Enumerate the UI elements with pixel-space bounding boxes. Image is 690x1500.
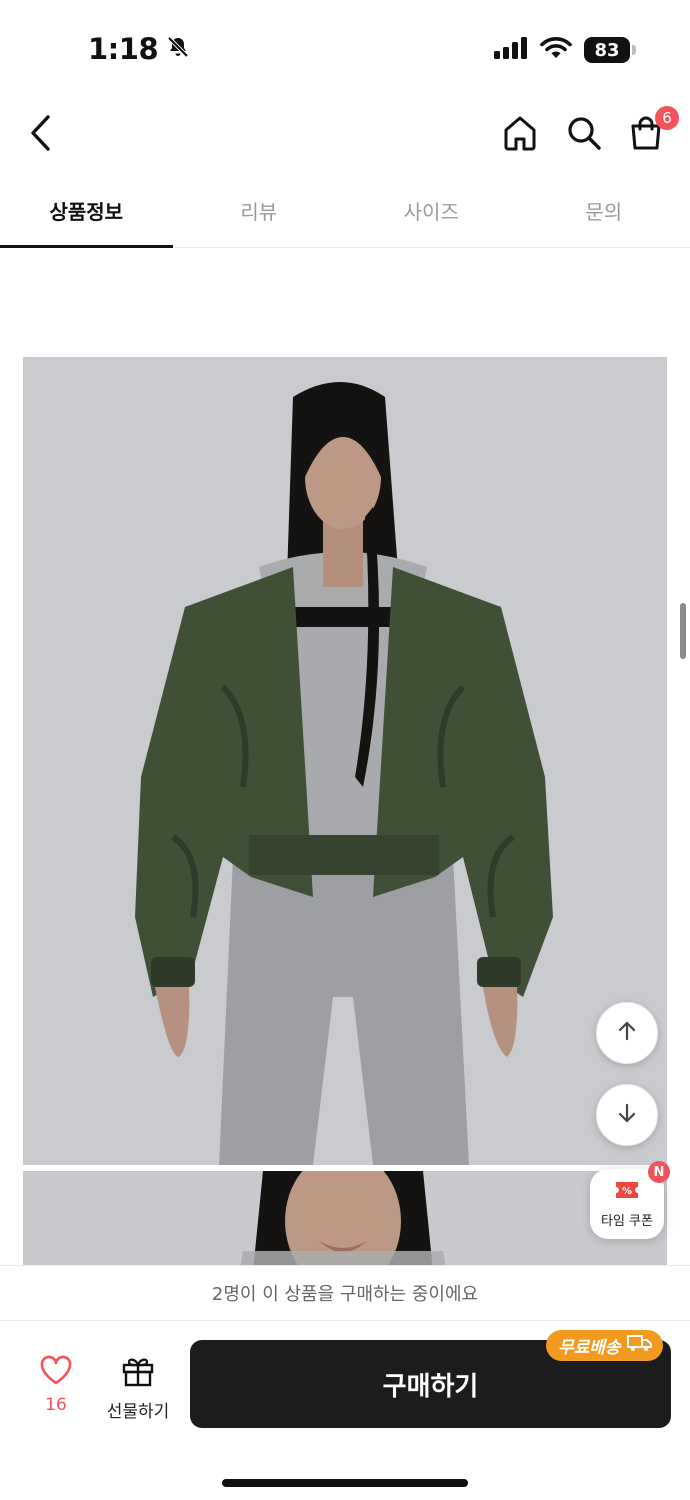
cart-button[interactable]: 6 [623,106,679,158]
new-badge: N [648,1161,670,1183]
product-detail-content[interactable] [0,249,690,1265]
free-shipping-label: 무료배송 [558,1338,621,1358]
wifi-icon [540,36,572,64]
cellular-signal-icon [494,37,528,63]
gift-label: 선물하기 [106,1402,170,1422]
home-icon [501,114,539,156]
svg-text:%: % [622,1186,632,1197]
product-photo [23,357,667,1165]
status-time-text: 1:18 [88,32,159,66]
product-tabs: 상품정보 리뷰 사이즈 문의 [0,180,690,248]
tab-product-info[interactable]: 상품정보 [0,180,173,248]
status-indicators: 83 [494,36,636,64]
delivery-truck-icon [626,1334,653,1357]
tab-size[interactable]: 사이즈 [345,180,518,247]
scrollbar-thumb[interactable] [680,603,686,659]
scroll-up-button[interactable] [596,1002,658,1064]
chevron-left-icon [29,115,51,155]
cart-count-badge: 6 [655,106,679,130]
like-count: 16 [45,1395,67,1415]
tab-inquiry[interactable]: 문의 [518,180,690,247]
heart-icon [39,1355,73,1389]
back-button[interactable] [20,112,60,158]
battery-indicator: 83 [584,37,636,63]
product-photo-2 [23,1171,667,1265]
buyer-activity-notice: 2명이 이 상품을 구매하는 중이에요 [0,1265,690,1321]
arrow-down-icon [615,1101,639,1129]
status-bar: 1:18 83 [0,0,690,100]
coupon-label: 타임 쿠폰 [601,1213,653,1229]
home-button[interactable] [497,112,543,158]
arrow-up-icon [615,1019,639,1047]
app-header: 6 [0,100,690,172]
bell-slash-icon [166,32,190,66]
gift-icon [121,1355,155,1391]
purchase-bar: 16 선물하기 구매하기 무료배송 [0,1321,690,1500]
free-shipping-badge: 무료배송 [546,1330,663,1361]
search-icon [565,114,603,156]
like-button[interactable]: 16 [34,1355,78,1415]
time-coupon-button[interactable]: % 타임 쿠폰 N [590,1161,670,1239]
search-button[interactable] [561,112,607,158]
scroll-down-button[interactable] [596,1084,658,1146]
tab-reviews[interactable]: 리뷰 [173,180,346,247]
coupon-ticket-icon: % [614,1180,640,1204]
status-time: 1:18 [88,32,190,66]
home-indicator [222,1479,468,1487]
gift-button[interactable]: 선물하기 [102,1355,174,1422]
